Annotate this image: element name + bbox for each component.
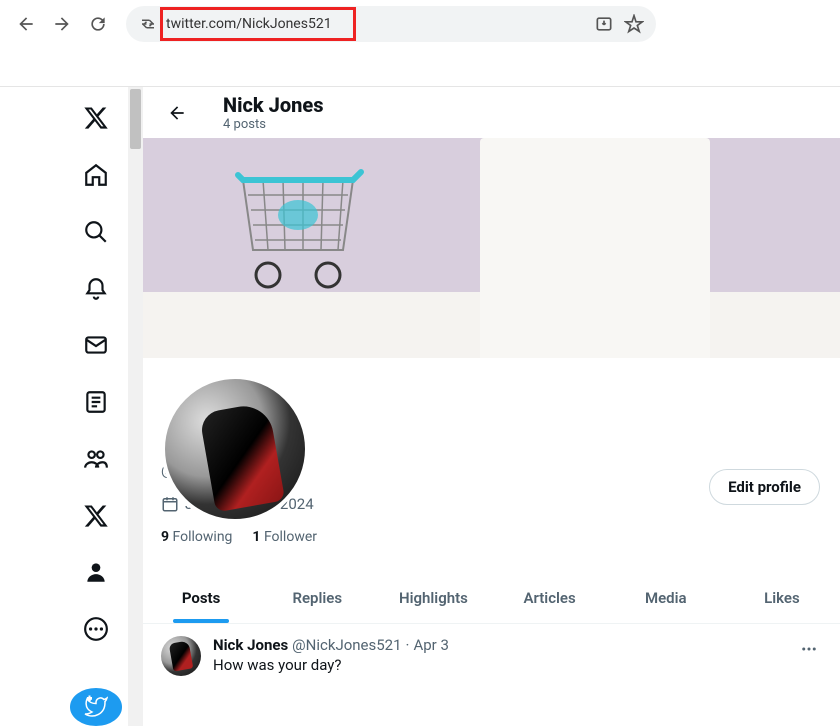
edit-profile-button[interactable]: Edit profile — [709, 469, 820, 505]
profile-tabs: Posts Replies Highlights Articles Media … — [143, 573, 840, 624]
tab-articles[interactable]: Articles — [492, 573, 608, 623]
profile-avatar[interactable] — [161, 375, 309, 523]
sidebar-messages[interactable] — [72, 328, 120, 363]
tab-replies[interactable]: Replies — [259, 573, 375, 623]
post-avatar[interactable] — [161, 636, 201, 676]
people-icon — [83, 446, 109, 472]
header-display-name: Nick Jones — [223, 93, 324, 117]
following-link[interactable]: 9 Following — [161, 529, 232, 545]
url-highlight-annotation — [160, 7, 356, 41]
reload-icon — [88, 14, 108, 34]
post-text: How was your day? — [213, 656, 784, 674]
back-button[interactable] — [159, 95, 195, 131]
sidebar-lists[interactable] — [72, 385, 120, 420]
compose-button[interactable] — [70, 688, 122, 726]
browser-back-button[interactable] — [10, 8, 42, 40]
url-bar[interactable]: twitter.com/NickJones521 — [126, 6, 656, 42]
site-settings-icon[interactable] — [138, 14, 158, 34]
calendar-icon — [161, 495, 179, 513]
sidebar-profile[interactable] — [72, 555, 120, 590]
bookmark-star-icon[interactable] — [624, 14, 644, 34]
more-dots-icon — [800, 640, 818, 658]
sidebar-premium[interactable] — [72, 498, 120, 533]
list-icon — [83, 389, 109, 415]
cover-bag-image — [480, 138, 710, 358]
post-date[interactable]: Apr 3 — [413, 636, 448, 654]
profile-main: Nick Jones 4 posts Edit profile Ni — [143, 87, 840, 726]
sidebar-logo[interactable] — [72, 101, 120, 136]
arrow-right-icon — [52, 14, 72, 34]
nav-sidebar — [63, 87, 128, 726]
tab-highlights[interactable]: Highlights — [375, 573, 491, 623]
scrollbar-thumb[interactable] — [130, 89, 141, 149]
sidebar-more[interactable] — [72, 612, 120, 647]
followers-link[interactable]: 1 Follower — [252, 529, 317, 545]
feather-plus-icon — [84, 695, 108, 719]
sidebar-explore[interactable] — [72, 214, 120, 249]
browser-reload-button[interactable] — [82, 8, 114, 40]
search-icon — [83, 219, 109, 245]
person-icon — [83, 559, 109, 585]
home-icon — [83, 162, 109, 188]
bell-icon — [83, 276, 109, 302]
browser-forward-button[interactable] — [46, 8, 78, 40]
url-text: twitter.com/NickJones521 — [166, 16, 586, 32]
tab-posts[interactable]: Posts — [143, 573, 259, 623]
x-logo-icon — [83, 105, 109, 131]
tab-media[interactable]: Media — [608, 573, 724, 623]
sidebar-notifications[interactable] — [72, 271, 120, 306]
arrow-left-icon — [167, 103, 187, 123]
sidebar-scrollbar[interactable] — [128, 87, 143, 726]
post-item[interactable]: Nick Jones @NickJones521 · Apr 3 How was… — [143, 624, 840, 688]
more-circle-icon — [83, 616, 109, 642]
cover-photo[interactable] — [143, 138, 840, 358]
envelope-icon — [83, 332, 109, 358]
install-app-icon[interactable] — [594, 14, 614, 34]
post-author-handle[interactable]: @NickJones521 — [292, 636, 401, 654]
post-more-button[interactable] — [796, 636, 822, 676]
header-post-count: 4 posts — [223, 117, 324, 132]
post-author-name[interactable]: Nick Jones — [213, 636, 288, 654]
x-premium-icon — [83, 503, 109, 529]
arrow-left-icon — [16, 14, 36, 34]
profile-header-bar: Nick Jones 4 posts — [143, 87, 840, 138]
browser-toolbar: twitter.com/NickJones521 — [0, 0, 840, 48]
sidebar-communities[interactable] — [72, 441, 120, 476]
cover-cart-image — [213, 160, 393, 340]
tab-likes[interactable]: Likes — [724, 573, 840, 623]
sidebar-home[interactable] — [72, 158, 120, 193]
